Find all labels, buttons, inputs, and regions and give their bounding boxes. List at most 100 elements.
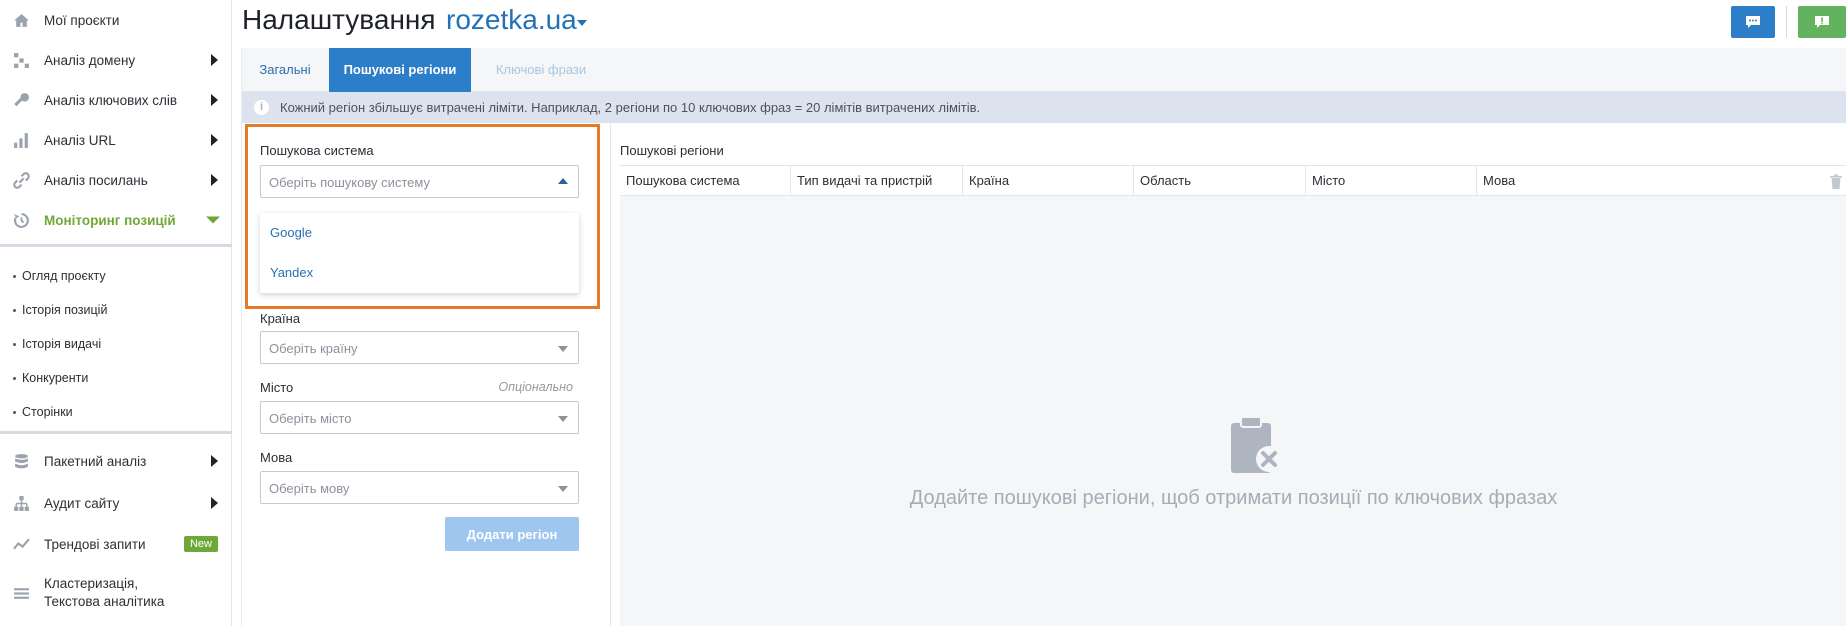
sidebar-divider (0, 244, 232, 247)
sidebar-item-label-line1: Кластеризація, (44, 576, 139, 591)
sidebar-subitem-pages[interactable]: Сторінки (0, 395, 232, 429)
bullet-icon (13, 410, 16, 414)
tab-bar: Загальні Пошукові регіони Ключові фрази (242, 48, 1846, 92)
caret-up-icon (558, 178, 568, 184)
main-panel: Загальні Пошукові регіони Ключові фрази … (241, 48, 1846, 626)
sidebar-item-label: Моніторинг позицій (44, 212, 176, 228)
chevron-right-icon (211, 94, 218, 106)
tab-search-regions[interactable]: Пошукові регіони (329, 48, 471, 92)
column-header-search-engine: Пошукова система (620, 166, 791, 197)
search-engine-placeholder: Оберіть пошукову систему (269, 175, 430, 190)
sidebar-item-url-analysis[interactable]: Аналіз URL (0, 120, 232, 160)
sidebar-subitem-label: Історія видачі (22, 337, 102, 351)
tab-keywords[interactable]: Ключові фрази (471, 48, 611, 92)
city-label: Місто (260, 380, 294, 395)
info-bar: i Кожний регіон збільшує витрачені ліміт… (242, 92, 1846, 123)
country-placeholder: Оберіть країну (269, 341, 358, 356)
bullet-icon (13, 376, 16, 380)
sidebar-item-site-audit[interactable]: Аудит сайту (0, 483, 232, 523)
regions-panel: Пошукові регіони Пошукова система Тип ви… (612, 123, 1846, 626)
column-header-language: Мова (1483, 173, 1516, 188)
sidebar-subitem-serp-history[interactable]: Історія видачі (0, 327, 232, 361)
caret-down-icon (558, 416, 568, 422)
search-engine-select[interactable]: Оберіть пошукову систему (260, 165, 579, 198)
new-badge: New (183, 536, 218, 552)
cluster-icon (12, 584, 30, 602)
sidebar-item-my-projects[interactable]: Мої проєкти (0, 0, 232, 40)
search-engine-dropdown: Google Yandex (260, 213, 579, 293)
caret-down-icon[interactable] (577, 20, 587, 26)
sidebar-subitem-position-history[interactable]: Історія позицій (0, 293, 232, 327)
column-header-serp-type: Тип видачі та пристрій (791, 166, 963, 197)
sidebar-item-keyword-analysis[interactable]: Аналіз ключових слів (0, 80, 232, 120)
info-icon: i (254, 100, 269, 115)
sidebar-item-label: Аналіз посилань (44, 172, 148, 188)
sidebar-item-label: Трендові запити (44, 536, 146, 552)
project-selector[interactable]: rozetka.ua (446, 4, 577, 36)
language-select[interactable]: Оберіть мову (260, 471, 579, 504)
dropdown-option-google[interactable]: Google (260, 213, 579, 253)
sidebar-item-position-monitoring[interactable]: Моніторинг позицій (0, 200, 232, 240)
chat-button[interactable] (1731, 6, 1775, 38)
domain-analysis-icon (12, 51, 30, 69)
chevron-down-icon (206, 216, 220, 224)
sidebar-item-label-line2: Текстова аналітика (44, 594, 165, 609)
chevron-right-icon (211, 54, 218, 66)
sidebar-item-label: Пакетний аналіз (44, 453, 147, 469)
tab-general[interactable]: Загальні (242, 48, 328, 92)
sitemap-icon (12, 494, 30, 512)
sidebar-divider (0, 431, 232, 434)
header-divider (1786, 6, 1787, 38)
city-placeholder: Оберіть місто (269, 411, 352, 426)
add-region-button[interactable]: Додати регіон (445, 517, 579, 551)
sidebar-item-label: Аналіз URL (44, 132, 116, 148)
trash-icon[interactable] (1829, 174, 1843, 190)
sidebar-item-clustering[interactable]: Кластеризація, Текстова аналітика (0, 569, 232, 617)
clipboard-remove-icon (1231, 416, 1282, 473)
database-icon (12, 452, 30, 470)
alert-message-icon (1815, 16, 1829, 28)
sidebar-item-domain-analysis[interactable]: Аналіз домену (0, 40, 232, 80)
column-header-city: Місто (1306, 166, 1477, 197)
chevron-right-icon (211, 455, 218, 467)
sidebar-item-label: Аналіз ключових слів (44, 92, 178, 108)
sidebar-item-trend-queries[interactable]: Трендові запити New (0, 524, 232, 564)
city-optional-hint: Опціонально (498, 380, 573, 394)
chat-icon (1746, 16, 1760, 28)
sidebar: Мої проєкти Аналіз домену Аналіз ключови… (0, 0, 232, 626)
option-label: Google (270, 225, 312, 240)
page-title: Налаштування (242, 4, 436, 35)
regions-table-header: Пошукова система Тип видачі та пристрій … (620, 165, 1846, 197)
sidebar-subitem-label: Історія позицій (22, 303, 108, 317)
sidebar-item-batch-analysis[interactable]: Пакетний аналіз (0, 441, 232, 481)
feedback-button[interactable] (1798, 6, 1846, 38)
history-icon (12, 211, 30, 229)
chevron-right-icon (211, 497, 218, 509)
info-text: Кожний регіон збільшує витрачені ліміти.… (280, 100, 981, 115)
city-select[interactable]: Оберіть місто (260, 401, 579, 434)
option-label: Yandex (270, 265, 314, 280)
bar-chart-icon (12, 131, 30, 149)
sidebar-item-link-analysis[interactable]: Аналіз посилань (0, 160, 232, 200)
sidebar-subitem-label: Конкуренти (22, 371, 89, 385)
chevron-right-icon (211, 174, 218, 186)
bullet-icon (13, 308, 16, 312)
language-label: Мова (260, 450, 293, 465)
sidebar-subitem-competitors[interactable]: Конкуренти (0, 361, 232, 395)
sidebar-item-label: Кластеризація, Текстова аналітика (44, 575, 164, 611)
country-select[interactable]: Оберіть країну (260, 331, 579, 364)
sidebar-subitem-label: Сторінки (22, 405, 73, 419)
key-icon (12, 91, 30, 109)
sidebar-subitem-project-overview[interactable]: Огляд проєкту (0, 259, 232, 293)
caret-down-icon (558, 486, 568, 492)
home-icon (12, 11, 30, 29)
dropdown-option-yandex[interactable]: Yandex (260, 253, 579, 293)
caret-down-icon (558, 346, 568, 352)
search-engine-label: Пошукова система (260, 143, 374, 158)
region-form: Пошукова система Оберіть пошукову систем… (242, 123, 611, 626)
language-placeholder: Оберіть мову (269, 481, 350, 496)
bullet-icon (13, 274, 16, 278)
column-header-region: Область (1134, 166, 1306, 197)
country-label: Країна (260, 311, 301, 326)
sidebar-item-label: Мої проєкти (44, 12, 120, 28)
